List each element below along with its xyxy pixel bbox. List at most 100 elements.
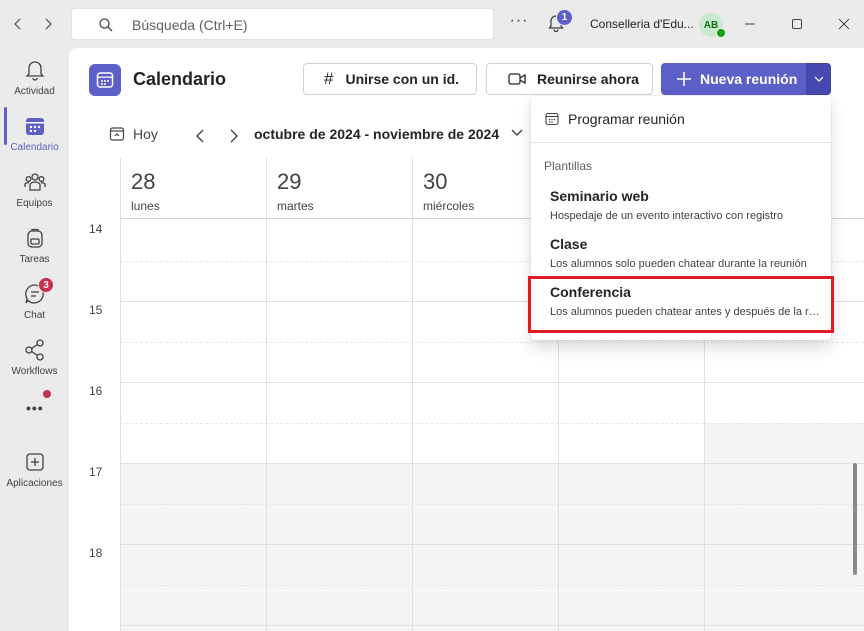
templates-section-label: Plantillas [544, 159, 593, 173]
chat-unread-badge: 3 [38, 277, 54, 293]
search-placeholder: Búsqueda (Ctrl+E) [132, 17, 248, 33]
day-number: 30 [423, 169, 448, 194]
teams-icon [23, 173, 46, 191]
calendar-icon [96, 72, 114, 88]
calendar-icon [545, 112, 559, 126]
chevron-left-icon [196, 129, 204, 143]
date-range-label[interactable]: octubre de 2024 - noviembre de 2024 [254, 126, 499, 142]
after-hours-shade [121, 463, 864, 631]
half-hour-line [120, 585, 864, 586]
video-camera-icon [508, 73, 526, 85]
column-divider [412, 218, 413, 631]
previous-period-button[interactable] [190, 126, 210, 146]
template-item-seminario-web[interactable]: Seminario web Hospedaje de un evento int… [539, 188, 825, 234]
chevron-right-icon [230, 129, 238, 143]
day-name: miércoles [423, 199, 475, 213]
rail-item-aplicaciones[interactable]: Aplicaciones [0, 444, 69, 496]
column-divider [266, 218, 267, 631]
notification-dot-icon [43, 390, 51, 398]
after-hours-shade [704, 423, 864, 463]
chevron-down-icon [814, 76, 823, 82]
rail-item-label: Actividad [14, 86, 55, 97]
column-divider [120, 158, 121, 631]
backpack-icon [26, 228, 43, 248]
template-description: Hospedaje de un evento interactivo con r… [550, 210, 783, 222]
notification-badge: 1 [556, 9, 573, 26]
maximize-icon [792, 19, 802, 29]
new-meeting-button[interactable]: Nueva reunión [661, 63, 806, 95]
rail-item-actividad[interactable]: Actividad [0, 52, 69, 104]
search-icon [99, 18, 113, 32]
close-window-button[interactable] [832, 12, 856, 36]
meet-now-label: Reunirse ahora [537, 71, 639, 87]
forward-button[interactable] [36, 12, 60, 36]
join-with-id-button[interactable]: # Unirse con un id. [303, 63, 477, 95]
today-label: Hoy [133, 126, 158, 142]
day-name: martes [277, 199, 314, 213]
hour-label: 18 [89, 546, 103, 560]
highlight-box [528, 276, 834, 333]
maximize-button[interactable] [785, 12, 809, 36]
schedule-meeting-item[interactable]: Programar reunión [531, 96, 831, 142]
join-with-id-label: Unirse con un id. [345, 71, 460, 87]
hour-line [120, 382, 864, 383]
day-column-header[interactable]: 28 lunes [120, 158, 266, 218]
calendar-today-icon [109, 127, 125, 141]
title-bar: Búsqueda (Ctrl+E) ··· 1 Conselleria d'Ed… [0, 0, 864, 48]
back-button[interactable] [6, 12, 30, 36]
rail-item-label: Equipos [16, 198, 53, 209]
minimize-button[interactable] [738, 12, 762, 36]
app-rail: Actividad Calendario Equipos Tareas Chat… [0, 48, 69, 631]
plus-icon [677, 72, 691, 86]
hour-line [120, 544, 864, 545]
workflow-icon [24, 339, 44, 361]
chevron-right-icon [45, 18, 52, 30]
schedule-meeting-label: Programar reunión [568, 111, 685, 127]
more-apps-button[interactable]: ••• [26, 400, 44, 416]
hour-label: 16 [89, 384, 103, 398]
hour-label: 17 [89, 465, 103, 479]
search-input[interactable]: Búsqueda (Ctrl+E) [71, 8, 494, 40]
hour-label: 14 [89, 222, 103, 236]
presence-status-icon [716, 28, 726, 38]
rail-item-label: Calendario [10, 142, 59, 153]
calendar-app-logo [89, 64, 121, 96]
hour-label: 15 [89, 303, 103, 317]
rail-item-calendario[interactable]: Calendario [0, 108, 69, 160]
vertical-scrollbar[interactable] [853, 463, 857, 575]
meet-now-button[interactable]: Reunirse ahora [486, 63, 653, 95]
chevron-left-icon [14, 18, 21, 30]
bell-icon [24, 61, 45, 81]
today-button[interactable]: Hoy [109, 126, 158, 142]
template-description: Los alumnos solo pueden chatear durante … [550, 258, 807, 270]
template-title: Clase [550, 236, 588, 252]
new-meeting-label: Nueva reunión [700, 71, 798, 87]
calendar-icon [25, 118, 44, 135]
minimize-icon [745, 23, 755, 25]
hour-line [120, 625, 864, 626]
day-number: 28 [131, 169, 156, 194]
menu-divider [531, 142, 831, 143]
half-hour-line [120, 423, 864, 424]
rail-item-label: Chat [23, 310, 46, 321]
rail-item-equipos[interactable]: Equipos [0, 164, 69, 216]
half-hour-line [120, 342, 864, 343]
rail-item-workflows[interactable]: Workflows [0, 332, 69, 384]
add-app-icon [25, 453, 44, 471]
hour-line [120, 463, 864, 464]
rail-item-tareas[interactable]: Tareas [0, 220, 69, 272]
page-title: Calendario [133, 69, 227, 89]
hash-icon: # [324, 69, 334, 88]
rail-item-label: Workflows [11, 366, 58, 377]
more-options-button[interactable]: ··· [508, 12, 530, 34]
next-period-button[interactable] [224, 126, 244, 146]
close-icon [838, 18, 850, 30]
rail-item-chat[interactable]: Chat [0, 276, 69, 328]
day-number: 29 [277, 169, 302, 194]
half-hour-line [120, 504, 864, 505]
day-column-header[interactable]: 29 martes [266, 158, 412, 218]
organization-name[interactable]: Conselleria d'Edu... [590, 17, 694, 31]
template-title: Seminario web [550, 188, 649, 204]
new-meeting-dropdown-button[interactable] [806, 63, 831, 95]
date-range-dropdown-button[interactable] [510, 126, 524, 143]
